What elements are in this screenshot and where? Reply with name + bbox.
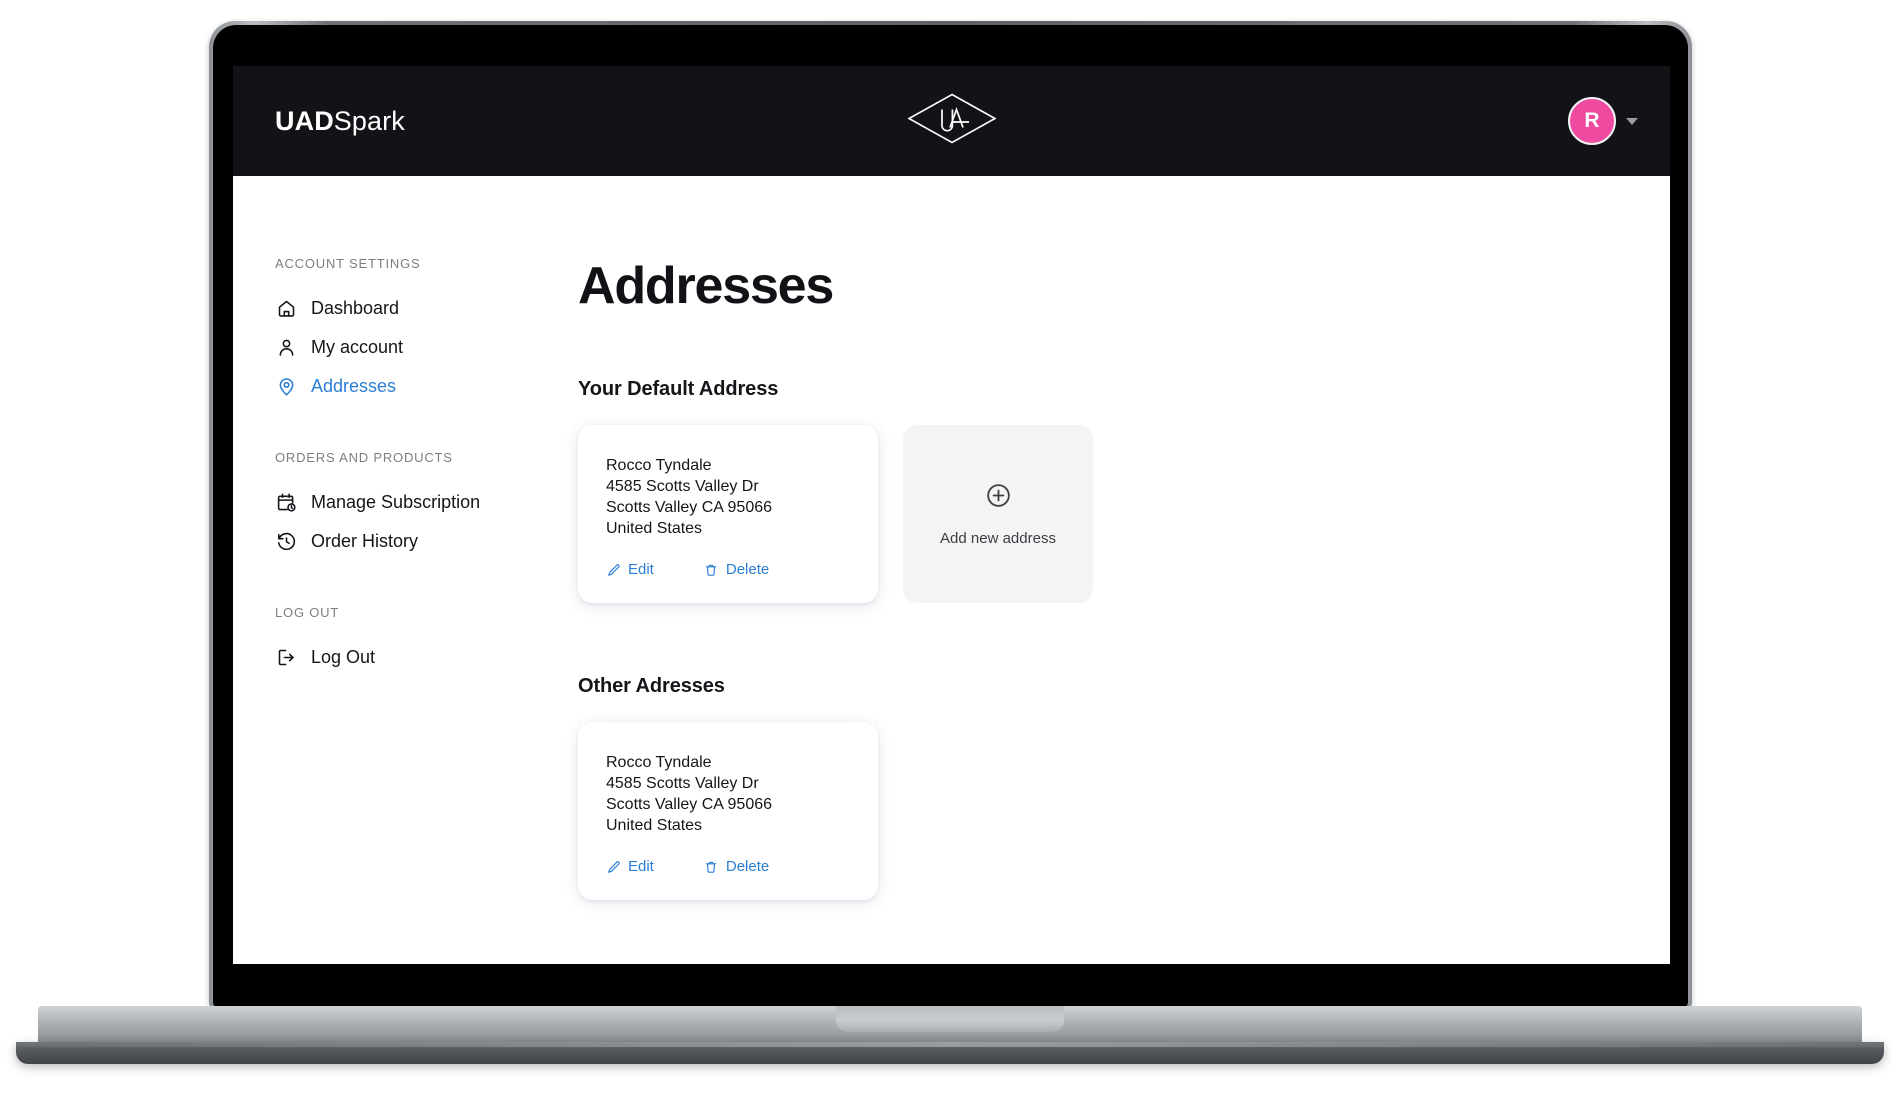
- sidebar-item-log-out[interactable]: Log Out: [275, 638, 523, 677]
- delete-address-label: Delete: [725, 858, 770, 875]
- sidebar-item-label: Dashboard: [311, 298, 400, 318]
- map-pin-icon: [275, 376, 297, 398]
- chevron-down-icon[interactable]: [1626, 117, 1638, 125]
- account-menu[interactable]: R: [1568, 97, 1638, 145]
- universal-audio-diamond-logo: [906, 93, 998, 150]
- sidebar-item-addresses[interactable]: Addresses: [275, 367, 523, 406]
- sidebar-group-title: LOG OUT: [275, 605, 340, 620]
- sidebar-item-manage-subscription[interactable]: Manage Subscription: [275, 483, 523, 522]
- laptop-lid-notch: [836, 1006, 1064, 1032]
- other-addresses-section-title: Other Adresses: [578, 675, 725, 697]
- plus-circle-icon: [985, 482, 1012, 514]
- pencil-icon: [606, 859, 621, 874]
- trash-icon: [704, 562, 719, 577]
- sidebar-item-my-account[interactable]: My account: [275, 328, 523, 367]
- sidebar-item-label: Manage Subscription: [311, 492, 481, 512]
- sidebar-group-title: ORDERS AND PRODUCTS: [275, 450, 453, 465]
- address-actions: Edit Delete: [606, 858, 850, 875]
- sidebar-item-dashboard[interactable]: Dashboard: [275, 289, 523, 328]
- avatar[interactable]: R: [1568, 97, 1616, 145]
- address-name: Rocco Tyndale: [606, 457, 712, 474]
- default-address-card-row: Rocco Tyndale 4585 Scotts Valley Dr Scot…: [578, 425, 1670, 603]
- home-icon: [275, 298, 297, 320]
- trash-icon: [704, 859, 719, 874]
- sidebar-item-label: Order History: [311, 531, 419, 551]
- sidebar-group-orders-and-products: ORDERS AND PRODUCTS Manage Subscription …: [275, 450, 523, 561]
- screenshot-stage: UADSpark R ACCOUNT SETTINGS Dashboard My…: [0, 0, 1900, 1101]
- clock-history-icon: [275, 531, 297, 553]
- address-card-default: Rocco Tyndale 4585 Scotts Valley Dr Scot…: [578, 425, 878, 603]
- user-icon: [275, 337, 297, 359]
- address-city-state-zip: Scotts Valley CA 95066: [606, 796, 773, 813]
- other-address-card-row: Rocco Tyndale 4585 Scotts Valley Dr Scot…: [578, 722, 1670, 900]
- sidebar-item-order-history[interactable]: Order History: [275, 522, 523, 561]
- add-new-address-card[interactable]: Add new address: [903, 425, 1093, 603]
- add-new-address-label: Add new address: [940, 529, 1056, 547]
- sidebar-group-account-settings: ACCOUNT SETTINGS Dashboard My account Ad…: [275, 256, 523, 406]
- default-address-section-title: Your Default Address: [578, 378, 779, 400]
- top-navigation-bar: UADSpark R: [233, 66, 1670, 176]
- laptop-base-front-highlight: [16, 1042, 1884, 1047]
- sidebar-item-label: My account: [311, 337, 404, 357]
- brand-logo[interactable]: UADSpark: [275, 106, 405, 137]
- delete-address-label: Delete: [725, 561, 770, 578]
- delete-address-button[interactable]: Delete: [704, 858, 769, 875]
- address-country: United States: [606, 817, 703, 834]
- logout-icon: [275, 647, 297, 669]
- browser-viewport: UADSpark R ACCOUNT SETTINGS Dashboard My…: [233, 66, 1670, 964]
- address-country: United States: [606, 520, 703, 537]
- sidebar-group-title: ACCOUNT SETTINGS: [275, 256, 421, 271]
- address-card-other: Rocco Tyndale 4585 Scotts Valley Dr Scot…: [578, 722, 878, 900]
- sidebar: ACCOUNT SETTINGS Dashboard My account Ad…: [233, 256, 523, 964]
- delete-address-button[interactable]: Delete: [704, 561, 769, 578]
- address-street: 4585 Scotts Valley Dr: [606, 775, 759, 792]
- address-street: 4585 Scotts Valley Dr: [606, 478, 759, 495]
- sidebar-item-label: Log Out: [311, 647, 376, 667]
- brand-logo-light: Spark: [333, 105, 405, 136]
- edit-address-button[interactable]: Edit: [606, 858, 654, 875]
- main-content: Addresses Your Default Address Rocco Tyn…: [523, 256, 1670, 964]
- page-body: ACCOUNT SETTINGS Dashboard My account Ad…: [233, 176, 1670, 964]
- sidebar-group-log-out: LOG OUT Log Out: [275, 605, 523, 677]
- address-city-state-zip: Scotts Valley CA 95066: [606, 499, 773, 516]
- sidebar-item-label: Addresses: [311, 376, 397, 396]
- pencil-icon: [606, 562, 621, 577]
- address-name: Rocco Tyndale: [606, 754, 712, 771]
- edit-address-label: Edit: [628, 858, 654, 875]
- calendar-clock-icon: [275, 492, 297, 514]
- edit-address-label: Edit: [628, 561, 654, 578]
- edit-address-button[interactable]: Edit: [606, 561, 654, 578]
- brand-logo-bold: UAD: [275, 105, 334, 136]
- address-actions: Edit Delete: [606, 561, 850, 578]
- page-title: Addresses: [578, 257, 834, 315]
